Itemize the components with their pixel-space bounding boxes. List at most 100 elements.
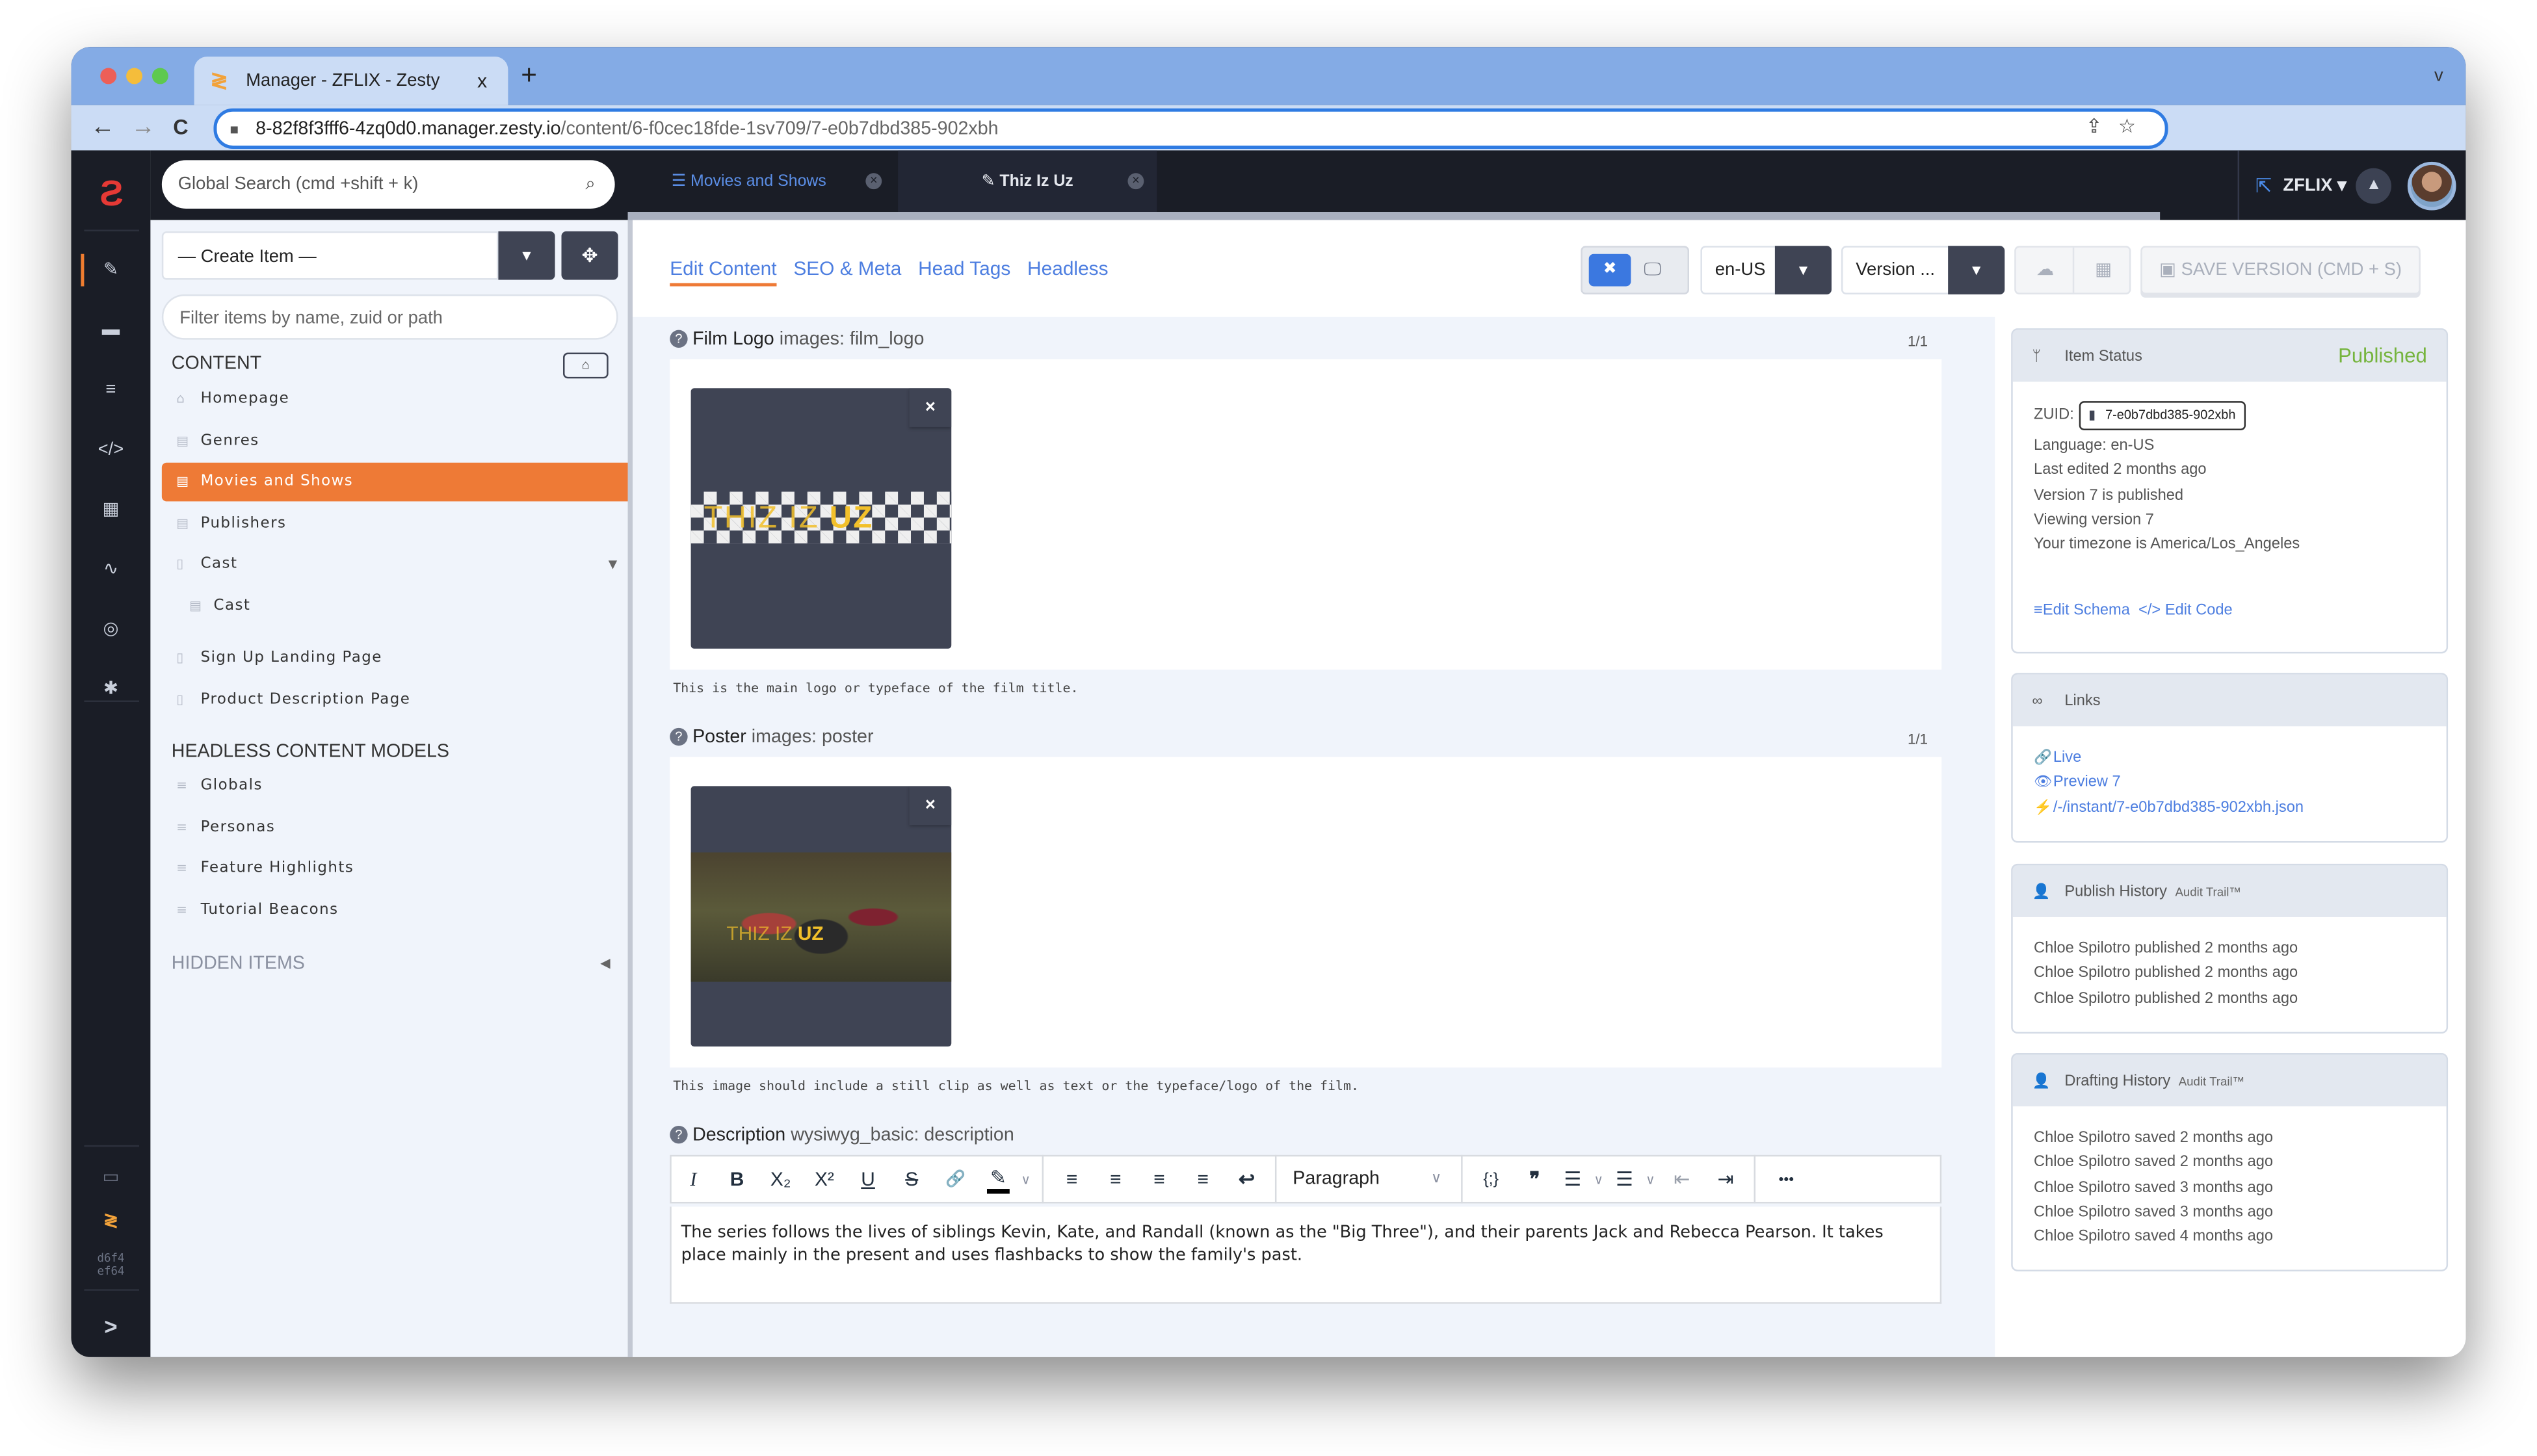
- align-center-icon[interactable]: ≡: [1094, 1168, 1137, 1191]
- nav-item[interactable]: ▤ Movies and Shows: [161, 462, 628, 502]
- media-icon[interactable]: ▬: [71, 311, 150, 350]
- hidden-items-title[interactable]: HIDDEN ITEMS: [172, 954, 305, 974]
- language-select[interactable]: en-US ▼: [1700, 246, 1832, 294]
- code-icon[interactable]: </>: [71, 430, 150, 469]
- bullet-list-icon[interactable]: ☰: [1557, 1168, 1589, 1191]
- analytics-icon[interactable]: ∿: [71, 550, 150, 589]
- headless-nav-item[interactable]: ≡ Personas: [162, 808, 628, 847]
- settings-icon[interactable]: ✱: [71, 670, 150, 708]
- italic-icon[interactable]: I: [672, 1167, 715, 1191]
- create-item-select[interactable]: — Create Item —: [161, 231, 499, 280]
- help-icon[interactable]: ?: [670, 1125, 688, 1144]
- seo-icon[interactable]: ◎: [71, 610, 150, 649]
- blockquote-icon[interactable]: ❞: [1513, 1168, 1557, 1191]
- edit-schema-link[interactable]: ≡Edit Schema: [2034, 603, 2130, 620]
- nav-item[interactable]: ▯ Product Description Page: [162, 681, 628, 720]
- tab-search-chevron-icon[interactable]: v: [2434, 66, 2443, 86]
- numbered-list-icon[interactable]: ☰: [1609, 1168, 1641, 1191]
- more-icon[interactable]: •••: [1762, 1171, 1811, 1188]
- highlight-color-icon[interactable]: ✎: [986, 1165, 1010, 1193]
- tab-head-tags[interactable]: Head Tags: [918, 257, 1010, 280]
- edit-view-icon[interactable]: ✖: [1588, 254, 1631, 287]
- language-dropdown-icon[interactable]: ▼: [1774, 246, 1832, 294]
- share-icon[interactable]: ⇪: [2086, 115, 2118, 138]
- leads-icon[interactable]: ▦: [71, 490, 150, 529]
- reload-button[interactable]: C: [173, 113, 188, 142]
- home-icon[interactable]: ⌂: [562, 352, 609, 379]
- block-format-select[interactable]: Paragraph ∨: [1283, 1169, 1454, 1189]
- nav-item[interactable]: ▤ Cast: [162, 587, 628, 626]
- close-tab-icon[interactable]: ×: [865, 173, 882, 190]
- version-dropdown-icon[interactable]: ▼: [1948, 246, 2005, 294]
- minimize-window-button[interactable]: [126, 68, 142, 84]
- code-icon[interactable]: {;}: [1469, 1170, 1513, 1188]
- nav-item[interactable]: ⌂ Homepage: [162, 380, 628, 419]
- expand-rail-icon[interactable]: >: [71, 1307, 150, 1346]
- link-2[interactable]: ⚡/-/instant/7-e0b7dbd385-902xbh.json: [2034, 795, 2425, 820]
- align-right-icon[interactable]: ≡: [1137, 1168, 1181, 1191]
- create-item-dropdown-icon[interactable]: ▼: [498, 231, 555, 280]
- tab-seo-meta[interactable]: SEO & Meta: [793, 257, 901, 280]
- nav-filter-input[interactable]: Filter items by name, zuid or path: [161, 294, 618, 340]
- search-icon[interactable]: ⌕: [585, 174, 595, 195]
- headless-nav-item[interactable]: ≡ Globals: [162, 767, 628, 806]
- expand-caret-icon[interactable]: ▼: [609, 545, 618, 584]
- open-tab-movies-and-shows[interactable]: ☰ Movies and Shows ×: [652, 150, 895, 212]
- edit-content-icon[interactable]: ✎: [71, 251, 150, 290]
- strikethrough-icon[interactable]: S: [890, 1168, 934, 1191]
- user-avatar[interactable]: [2408, 161, 2457, 210]
- browser-tab[interactable]: ≷ Manager - ZFLIX - Zesty x: [194, 57, 508, 105]
- justify-icon[interactable]: ≡: [1181, 1168, 1225, 1191]
- bookmark-star-icon[interactable]: ☆: [2118, 115, 2152, 138]
- film-logo-field[interactable]: THIZ IZ UZ ×: [670, 359, 1942, 670]
- help-icon[interactable]: ?: [670, 330, 688, 348]
- headless-nav-item[interactable]: ≡ Feature Highlights: [162, 849, 628, 888]
- publish-cloud-icon[interactable]: ☁: [2016, 248, 2075, 293]
- align-left-icon[interactable]: ≡: [1050, 1168, 1094, 1191]
- schedule-calendar-icon[interactable]: ▦: [2074, 248, 2133, 293]
- superscript-icon[interactable]: X²: [802, 1168, 846, 1191]
- tab-headless[interactable]: Headless: [1027, 257, 1109, 280]
- film-logo-thumbnail[interactable]: THIZ IZ UZ ×: [690, 388, 952, 649]
- new-tab-button[interactable]: +: [521, 62, 537, 89]
- zesty-logo-icon[interactable]: Ƨ: [90, 173, 133, 215]
- nav-item[interactable]: ▯ Cast ▼: [162, 545, 628, 584]
- help-icon[interactable]: ?: [670, 727, 688, 746]
- open-tab-thiz-iz-uz[interactable]: ✎ Thiz Iz Uz ×: [898, 150, 1157, 212]
- global-search-input[interactable]: Global Search (cmd +shift + k) ⌕: [161, 160, 615, 209]
- outdent-icon[interactable]: ⇤: [1660, 1168, 1703, 1191]
- nav-item[interactable]: ▯ Sign Up Landing Page: [162, 639, 628, 678]
- link-0[interactable]: 🔗 Live: [2034, 746, 2425, 770]
- copy-zuid-button[interactable]: ▮ 7-e0b7dbd385-902xbh: [2079, 401, 2246, 430]
- forward-button[interactable]: →: [131, 113, 155, 142]
- numbered-list-chevron-icon[interactable]: ∨: [1640, 1172, 1660, 1186]
- underline-icon[interactable]: U: [846, 1168, 889, 1191]
- schema-icon[interactable]: ≡: [71, 370, 150, 410]
- description-textarea[interactable]: The series follows the lives of siblings…: [670, 1206, 1942, 1304]
- notifications-bell-icon[interactable]: ▲: [2356, 167, 2392, 203]
- bullet-list-chevron-icon[interactable]: ∨: [1589, 1172, 1609, 1186]
- headless-nav-item[interactable]: ≡ Tutorial Beacons: [162, 890, 628, 930]
- subscript-icon[interactable]: X₂: [759, 1168, 802, 1191]
- maximize-window-button[interactable]: [151, 68, 168, 84]
- close-tab-icon[interactable]: x: [469, 70, 495, 92]
- remove-image-button[interactable]: ×: [909, 786, 952, 826]
- version-select[interactable]: Version ... ▼: [1841, 246, 2005, 294]
- external-link-icon[interactable]: ⇱: [2255, 174, 2272, 197]
- docs-icon[interactable]: ▭: [71, 1158, 150, 1197]
- close-window-button[interactable]: [100, 68, 117, 84]
- close-tab-icon[interactable]: ×: [1127, 173, 1144, 190]
- instance-switcher[interactable]: ZFLIX ▾: [2283, 175, 2346, 196]
- back-button[interactable]: ←: [90, 113, 114, 142]
- reorder-nav-icon[interactable]: ✥: [561, 231, 618, 280]
- highlight-chevron-icon[interactable]: ∨: [1016, 1172, 1036, 1186]
- preview-monitor-icon[interactable]: 🖵: [1644, 254, 1661, 287]
- link-icon[interactable]: 🔗: [934, 1170, 977, 1188]
- poster-field[interactable]: THIZ IZ UZ ×: [670, 757, 1942, 1068]
- indent-icon[interactable]: ⇥: [1703, 1168, 1747, 1191]
- remove-image-button[interactable]: ×: [909, 388, 952, 427]
- nav-item[interactable]: ▤ Genres: [162, 422, 628, 461]
- bold-icon[interactable]: B: [715, 1168, 759, 1191]
- link-1[interactable]: 👁Preview 7: [2034, 770, 2425, 795]
- address-bar[interactable]: ■ 8-82f8f3fff6-4zq0d0.manager.zesty.io/c…: [213, 108, 2168, 149]
